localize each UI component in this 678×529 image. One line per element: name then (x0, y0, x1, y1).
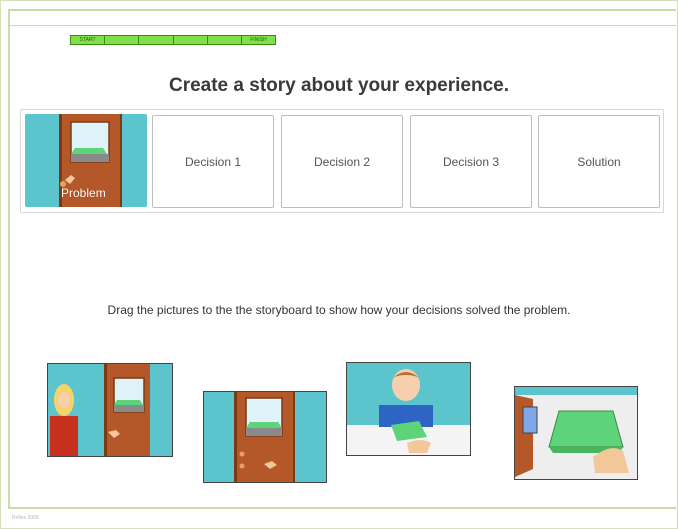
progress-segment: START (71, 36, 106, 44)
door-with-key-picture-icon (234, 392, 295, 482)
progress-segment (208, 36, 242, 44)
bottom-rule (8, 507, 676, 509)
progress-segment (139, 36, 174, 44)
storyboard-slot-decision-2[interactable]: Decision 2 (281, 115, 403, 208)
draggable-picture-door-key[interactable] (203, 391, 327, 483)
instruction-text: Drag the pictures to the the storyboard … (107, 303, 571, 317)
top-rule-secondary (8, 25, 676, 26)
slot-label-problem: Problem (61, 186, 106, 200)
progress-segment (105, 36, 140, 44)
progress-finish-label: FINISH (250, 37, 267, 43)
page-title: Create a story about your experience. (168, 75, 509, 96)
draggable-picture-woman-door[interactable] (47, 363, 173, 457)
storyboard: Problem Decision 1 Decision 2 Decision 3… (20, 109, 664, 213)
footer-credit: Reflex 2009 (12, 515, 39, 521)
slot-label-decision-3: Decision 3 (442, 154, 500, 169)
storyboard-slot-decision-1[interactable]: Decision 1 (152, 115, 274, 208)
progress-segment: FINISH (242, 36, 275, 44)
slot-label-decision-1: Decision 1 (184, 154, 242, 169)
progress-segment (174, 36, 208, 44)
slot-label-solution: Solution (577, 154, 621, 169)
hand-on-box-picture-icon (515, 395, 637, 479)
storyboard-slot-solution[interactable]: Solution (538, 115, 660, 208)
storyboard-slot-decision-3[interactable]: Decision 3 (410, 115, 532, 208)
slot-label-decision-2: Decision 2 (313, 154, 371, 169)
draggable-picture-clerk-counter[interactable] (346, 362, 471, 456)
draggable-picture-hand-box[interactable] (514, 386, 638, 480)
woman-at-door-picture-icon (50, 364, 150, 456)
progress-bar: START FINISH (70, 35, 276, 45)
progress-start-label: START (79, 37, 96, 43)
storyboard-slot-problem[interactable]: Problem (25, 114, 147, 207)
clerk-at-counter-picture-icon (347, 369, 470, 455)
top-rule (8, 9, 676, 11)
